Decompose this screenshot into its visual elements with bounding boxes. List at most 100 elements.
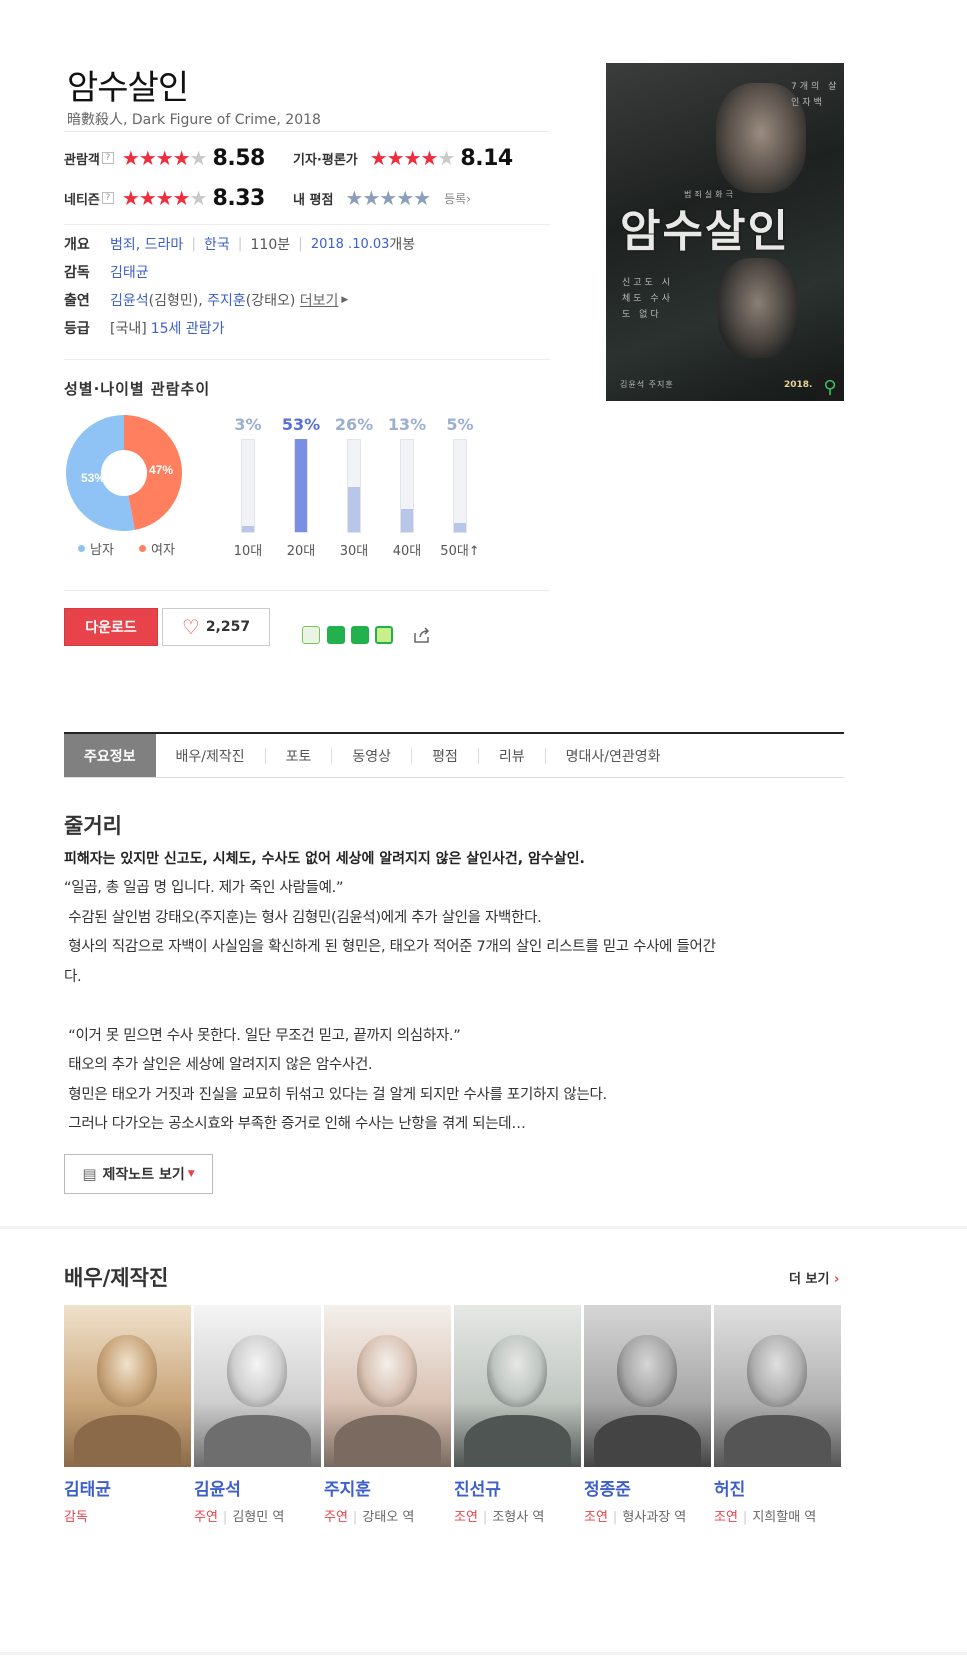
- tab-2[interactable]: 포토: [266, 734, 332, 777]
- section-divider: [0, 1226, 967, 1229]
- help-icon[interactable]: ?: [101, 192, 114, 204]
- tab-4[interactable]: 평점: [412, 734, 478, 777]
- age-label: 40대: [392, 544, 422, 559]
- age-bar-fill: [348, 486, 360, 532]
- age-bar-track: [347, 439, 361, 533]
- blog-share-icon[interactable]: [302, 626, 320, 644]
- cast-character: 형사과장 역: [622, 1510, 687, 1525]
- release-suffix: 개봉: [389, 237, 416, 253]
- register-rating-link[interactable]: 등록›: [444, 190, 471, 207]
- cast-character: 조형사 역: [492, 1510, 545, 1525]
- share-icon[interactable]: [412, 625, 432, 645]
- director-link[interactable]: 김태균: [110, 262, 149, 282]
- cast-card[interactable]: 허진 조연 | 지희할매 역: [714, 1305, 841, 1525]
- separator: |: [237, 236, 243, 252]
- divider: [64, 590, 550, 591]
- production-notes-label: 제작노트 보기: [102, 1167, 185, 1183]
- cast-name[interactable]: 김윤석: [194, 1475, 321, 1500]
- movie-title: 암수살인: [67, 68, 189, 108]
- tab-0[interactable]: 주요정보: [64, 734, 156, 777]
- synopsis-title: 줄거리: [64, 814, 122, 838]
- cast-card[interactable]: 진선규 조연 | 조형사 역: [454, 1305, 581, 1525]
- release-date-link[interactable]: 2018 .10.03: [311, 237, 390, 252]
- cast-name[interactable]: 정종준: [584, 1475, 711, 1500]
- age-bar-fill: [242, 526, 254, 532]
- role-separator: |: [482, 1510, 488, 1525]
- cast-role: 주연 | 강태오 역: [324, 1506, 451, 1525]
- cast-card[interactable]: 김태균 감독: [64, 1305, 191, 1525]
- netizen-stars: ★★★★★: [121, 186, 208, 210]
- age-label: 30대: [339, 544, 369, 559]
- cast-photo[interactable]: [454, 1305, 581, 1467]
- role-separator: |: [352, 1510, 358, 1525]
- age-pct-label: 5%: [446, 415, 474, 434]
- cafe-share-icon[interactable]: [327, 626, 345, 644]
- cast-card[interactable]: 김윤석 주연 | 김형민 역: [194, 1305, 321, 1525]
- cast-name[interactable]: 진선규: [454, 1475, 581, 1500]
- cast-character: 강태오 역: [362, 1510, 415, 1525]
- tab-3[interactable]: 동영상: [332, 734, 411, 777]
- cast-role: 조연 | 조형사 역: [454, 1506, 581, 1525]
- cast-name[interactable]: 김태균: [64, 1475, 191, 1500]
- synopsis-line: 다.: [64, 968, 82, 985]
- cast-card[interactable]: 주지훈 주연 | 강태오 역: [324, 1305, 451, 1525]
- download-button[interactable]: 다운로드: [64, 608, 158, 646]
- cast-role-2: (강태오): [245, 293, 296, 309]
- genre-link[interactable]: 범죄, 드라마: [110, 234, 183, 254]
- role-separator: |: [612, 1510, 618, 1525]
- caret-down-icon: ▼: [187, 1169, 195, 1179]
- info-grade: 등급 [국내] 15세 관람가: [64, 317, 224, 339]
- age-bar-track: [453, 439, 467, 533]
- cast-photo[interactable]: [714, 1305, 841, 1467]
- tab-1[interactable]: 배우/제작진: [156, 734, 265, 777]
- movie-poster[interactable]: 7개의 살인자백 범죄실화극 암수살인 신고도 시체도 수사도 없다 김윤석 주…: [606, 63, 844, 401]
- gender-donut-chart: 53% 47%: [66, 415, 183, 531]
- cast-card[interactable]: 정종준조연 | 형사과장 역: [584, 1305, 711, 1525]
- country-link[interactable]: 한국: [204, 234, 230, 254]
- grade-link[interactable]: 15세 관람가: [151, 318, 225, 338]
- legend-male: 남자: [78, 539, 114, 558]
- tab-5[interactable]: 리뷰: [479, 734, 545, 777]
- help-icon[interactable]: ?: [101, 152, 114, 164]
- cast-character: 지희할매 역: [752, 1510, 817, 1525]
- cast-role-type: 조연: [584, 1510, 608, 1525]
- age-label: 10대: [233, 544, 263, 559]
- cast-link-2[interactable]: 주지훈: [207, 290, 246, 310]
- male-legend-label: 남자: [90, 543, 114, 558]
- male-pct-label: 53%: [81, 471, 105, 485]
- memo-share-icon[interactable]: [375, 626, 393, 644]
- cast-photo[interactable]: [584, 1305, 711, 1467]
- male-dot: [78, 545, 85, 552]
- age-label: 20대: [286, 544, 316, 559]
- cast-photo[interactable]: [64, 1305, 191, 1467]
- chevron-right-icon: ›: [833, 1272, 840, 1287]
- production-notes-button[interactable]: ▤ 제작노트 보기 ▼: [64, 1154, 213, 1194]
- poster-credits: 김윤석 주지훈: [620, 380, 674, 389]
- cast-more-link[interactable]: 더 보기 ›: [789, 1268, 839, 1287]
- cast-role: 주연 | 김형민 역: [194, 1506, 321, 1525]
- cast-photo[interactable]: [194, 1305, 321, 1467]
- critic-score: 8.14: [460, 145, 513, 171]
- tab-6[interactable]: 명대사/연관영화: [546, 734, 681, 777]
- synopsis-line: “이거 못 믿으면 수사 못한다. 일단 무조건 믿고, 끝까지 의심하자.”: [64, 1027, 461, 1044]
- separator: |: [298, 236, 303, 252]
- female-legend-label: 여자: [151, 543, 175, 558]
- bookmark-share-icon[interactable]: [351, 626, 369, 644]
- like-count: 2,257: [205, 619, 251, 635]
- cast-character: 김형민 역: [232, 1510, 285, 1525]
- cast-name[interactable]: 주지훈: [324, 1475, 451, 1500]
- my-rating-stars[interactable]: ★★★★★: [345, 188, 431, 208]
- cast-name[interactable]: 허진: [714, 1475, 841, 1500]
- female-dot: [139, 545, 146, 552]
- cast-photo[interactable]: [324, 1305, 451, 1467]
- grade-prefix: [국내]: [110, 321, 147, 337]
- cast-link-1[interactable]: 김윤석: [110, 290, 149, 310]
- magnify-icon[interactable]: ⚲: [816, 373, 844, 401]
- synopsis-line: 수감된 살인범 강태오(주지훈)는 형사 김형민(김윤석)에게 추가 살인을 자…: [64, 909, 542, 926]
- female-pct-label: 47%: [149, 463, 173, 477]
- poster-tagline: 7개의 살인자백: [791, 82, 840, 108]
- like-button[interactable]: ♡ 2,257: [162, 608, 270, 646]
- age-bar-fill: [295, 439, 307, 532]
- cast-more-link[interactable]: 더보기: [300, 290, 339, 310]
- role-separator: |: [222, 1510, 228, 1525]
